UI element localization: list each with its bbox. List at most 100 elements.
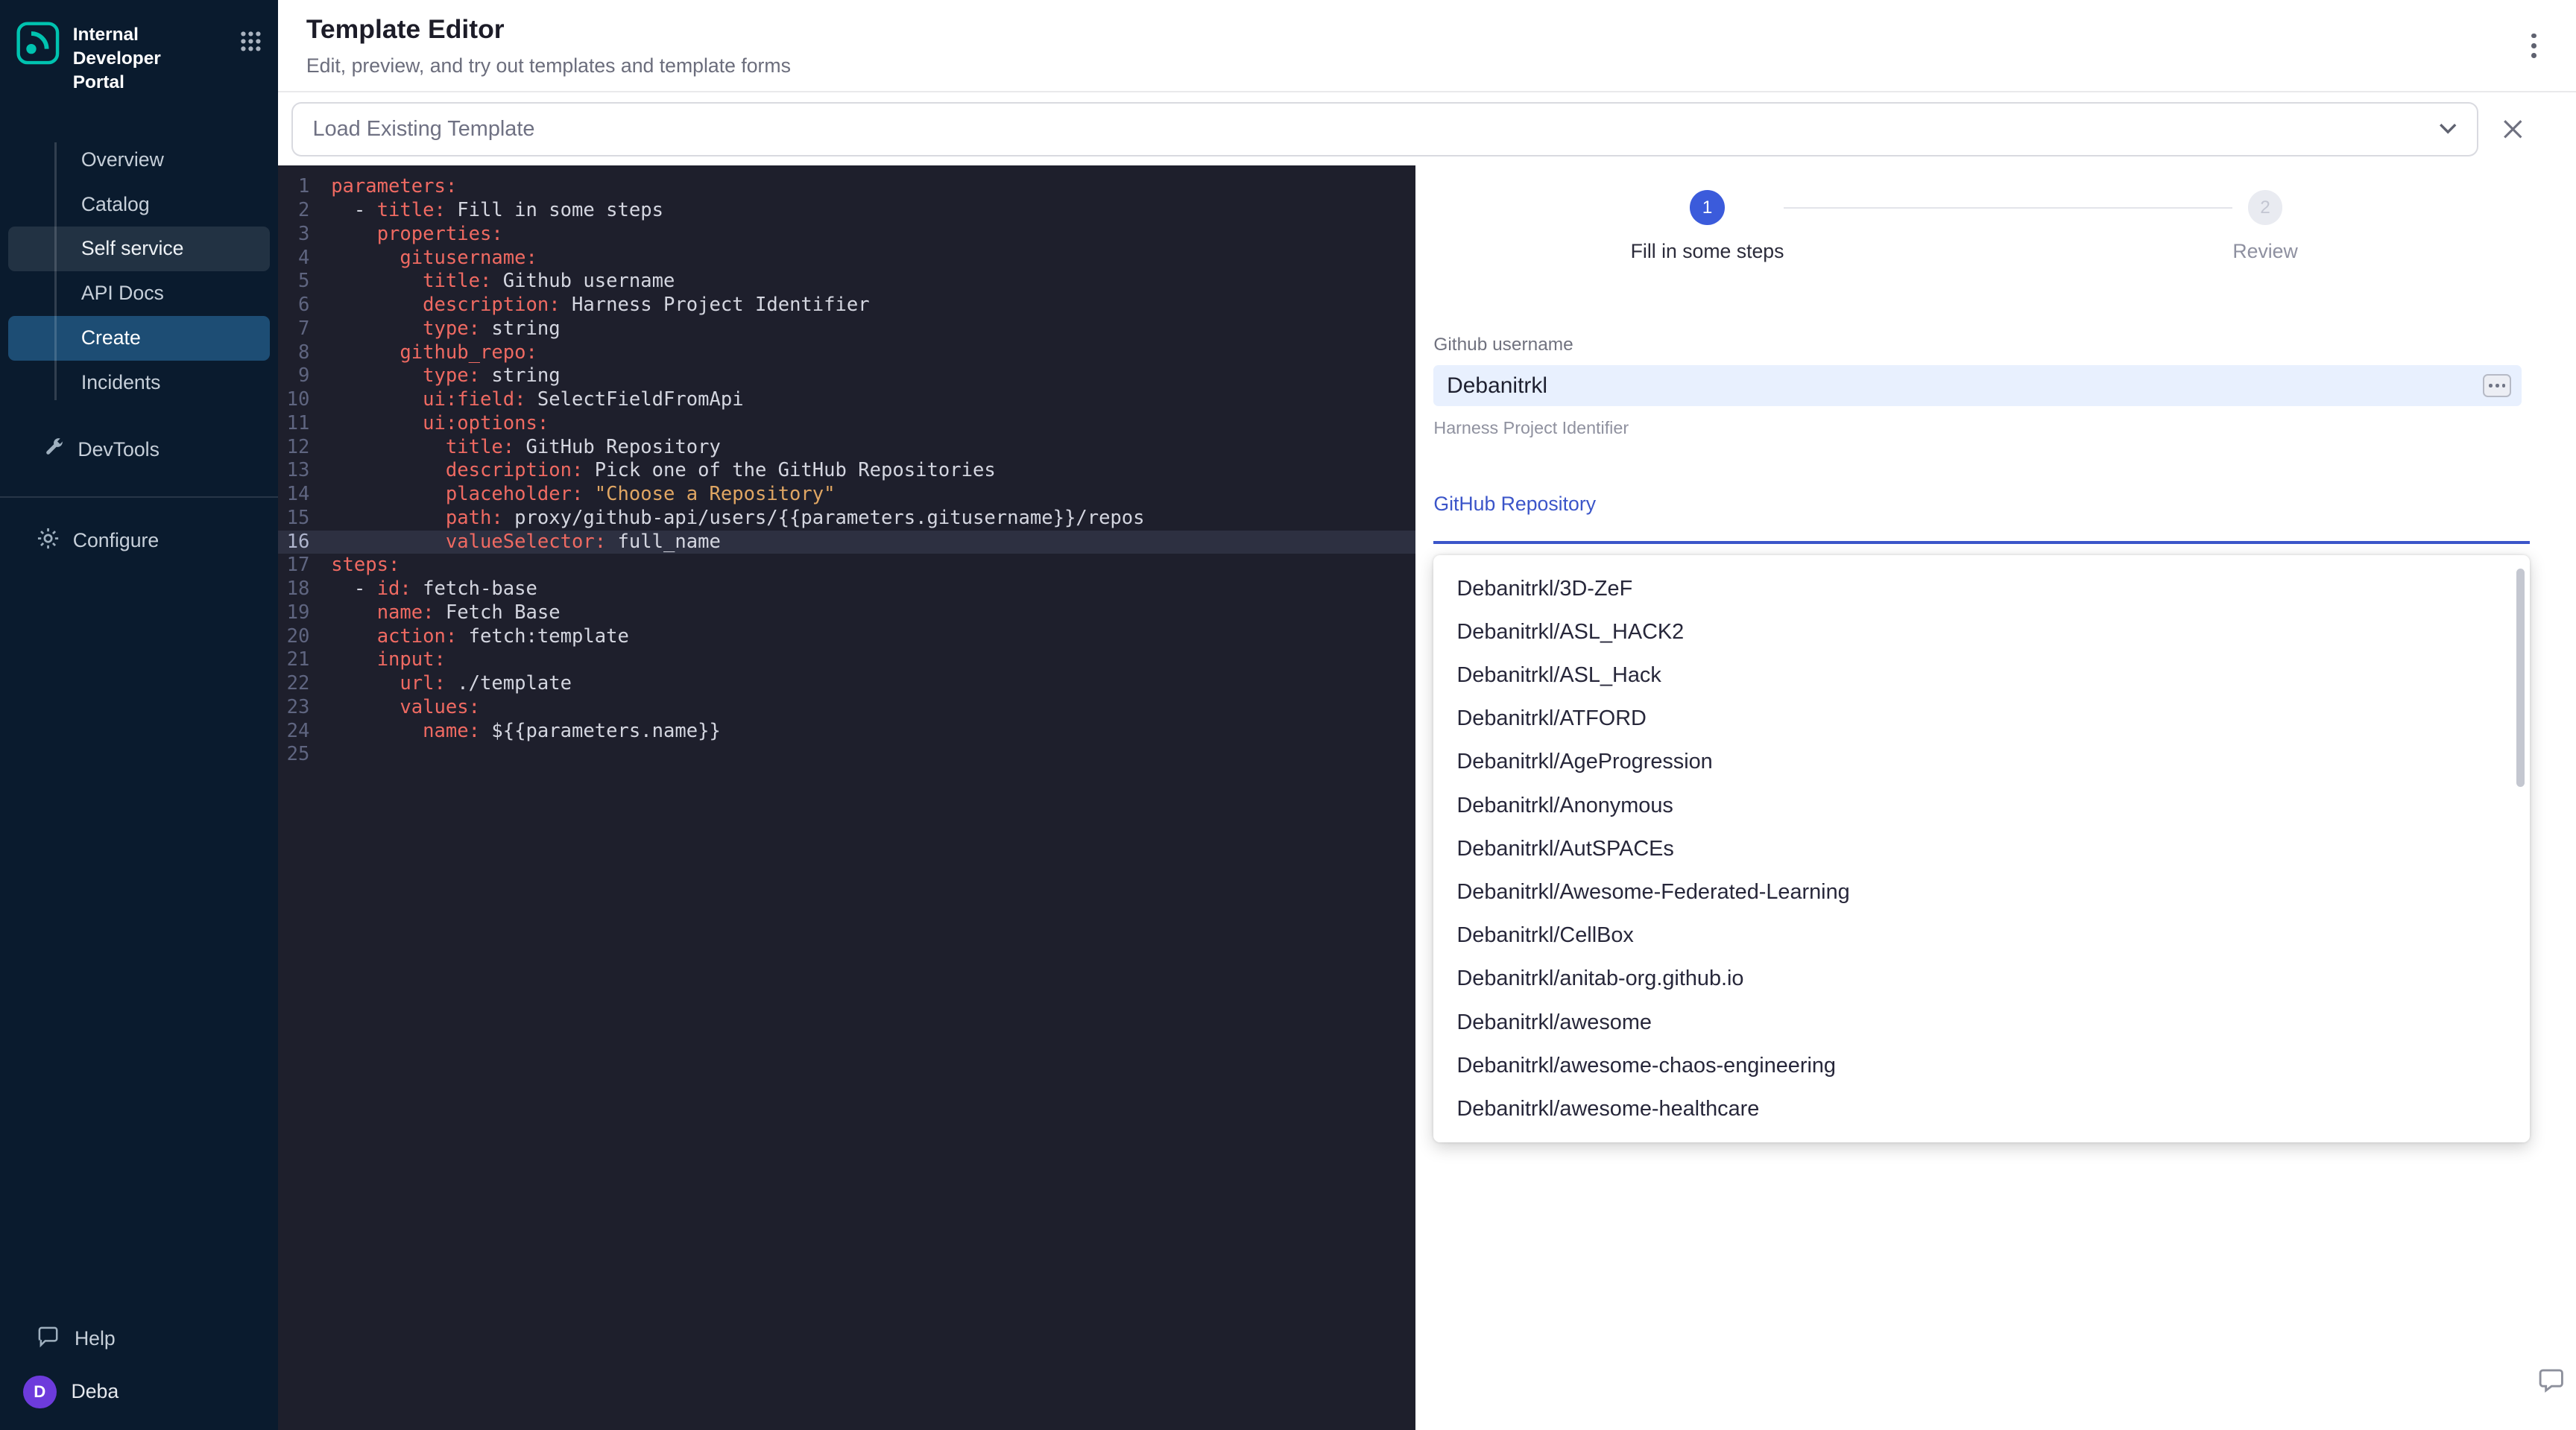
repo-option[interactable]: Debanitrkl/3D-ZeF	[1433, 567, 2529, 610]
repo-option[interactable]: Debanitrkl/awesome	[1433, 1001, 2529, 1044]
github-username-helper: Harness Project Identifier	[1433, 418, 2576, 438]
sidebar-item-label: DevTools	[78, 438, 160, 461]
code-text: steps:	[331, 554, 400, 578]
chevron-down-icon	[2439, 123, 2457, 135]
user-menu[interactable]: D Deba	[0, 1364, 278, 1420]
code-text: input:	[331, 648, 446, 672]
code-line[interactable]: 12 title: GitHub Repository	[278, 436, 1415, 460]
sidebar-item-create[interactable]: Create	[8, 316, 270, 361]
code-text: name: ${{parameters.name}}	[331, 720, 721, 744]
code-text: values:	[331, 696, 480, 720]
github-username-label: Github username	[1433, 335, 2576, 355]
repo-option[interactable]: Debanitrkl/awesome-chaos-engineering	[1433, 1044, 2529, 1087]
sidebar-item-api-docs[interactable]: API Docs	[8, 271, 270, 316]
code-line[interactable]: 7 type: string	[278, 317, 1415, 341]
sidebar-item-configure[interactable]: Configure	[0, 518, 278, 564]
repo-option[interactable]: Debanitrkl/Anonymous	[1433, 784, 2529, 827]
code-line[interactable]: 13 description: Pick one of the GitHub R…	[278, 459, 1415, 483]
code-line[interactable]: 5 title: Github username	[278, 270, 1415, 294]
repo-option-list: Debanitrkl/3D-ZeFDebanitrkl/ASL_HACK2Deb…	[1433, 567, 2529, 1130]
code-line[interactable]: 21 input:	[278, 648, 1415, 672]
step-review[interactable]: 2 Review	[2232, 190, 2297, 263]
code-text: description: Pick one of the GitHub Repo…	[331, 459, 996, 483]
code-line[interactable]: 9 type: string	[278, 364, 1415, 388]
code-line[interactable]: 20 action: fetch:template	[278, 625, 1415, 649]
code-text: valueSelector: full_name	[331, 531, 721, 554]
repo-option[interactable]: Debanitrkl/Awesome-Federated-Learning	[1433, 870, 2529, 914]
code-line[interactable]: 2 - title: Fill in some steps	[278, 199, 1415, 223]
code-line[interactable]: 18 - id: fetch-base	[278, 578, 1415, 601]
code-line[interactable]: 16 valueSelector: full_name	[278, 531, 1415, 554]
more-options-icon[interactable]	[2525, 27, 2542, 65]
repo-option[interactable]: Debanitrkl/AutSPACEs	[1433, 827, 2529, 870]
code-text: title: Github username	[331, 270, 675, 294]
code-line[interactable]: 22 url: ./template	[278, 672, 1415, 696]
code-line[interactable]: 4 gitusername:	[278, 247, 1415, 271]
repo-option[interactable]: Debanitrkl/anitab-org.github.io	[1433, 958, 2529, 1001]
line-number: 24	[278, 720, 331, 744]
code-line[interactable]: 23 values:	[278, 696, 1415, 720]
dropdown-scrollbar[interactable]	[2516, 569, 2525, 787]
repo-option[interactable]: Debanitrkl/CellBox	[1433, 914, 2529, 958]
code-text: placeholder: "Choose a Repository"	[331, 483, 835, 507]
sidebar-divider	[0, 496, 278, 498]
line-number: 16	[278, 531, 331, 554]
code-text: description: Harness Project Identifier	[331, 294, 869, 317]
template-form: Github username Harness Project Identifi…	[1415, 335, 2576, 1142]
sidebar-item-label: Create	[81, 326, 141, 349]
repo-option[interactable]: Debanitrkl/ASL_HACK2	[1433, 610, 2529, 654]
apps-grid-icon[interactable]	[240, 28, 262, 59]
code-line[interactable]: 19 name: Fetch Base	[278, 601, 1415, 625]
code-line[interactable]: 17steps:	[278, 554, 1415, 578]
help-label: Help	[75, 1327, 116, 1350]
code-line[interactable]: 14 placeholder: "Choose a Repository"	[278, 483, 1415, 507]
code-line[interactable]: 10 ui:field: SelectFieldFromApi	[278, 388, 1415, 412]
line-number: 11	[278, 412, 331, 436]
code-lines: 1parameters:2 - title: Fill in some step…	[278, 175, 1415, 767]
close-icon[interactable]	[2496, 113, 2529, 145]
line-number: 17	[278, 554, 331, 578]
code-line[interactable]: 3 properties:	[278, 223, 1415, 247]
repo-option[interactable]: Debanitrkl/AgeProgression	[1433, 741, 2529, 784]
sidebar-item-overview[interactable]: Overview	[8, 137, 270, 182]
line-number: 6	[278, 294, 331, 317]
code-line[interactable]: 8 github_repo:	[278, 341, 1415, 365]
github-username-input[interactable]	[1447, 373, 2483, 399]
yaml-editor[interactable]: 1parameters:2 - title: Fill in some step…	[278, 165, 1415, 1430]
sidebar-item-incidents[interactable]: Incidents	[8, 361, 270, 405]
code-line[interactable]: 25	[278, 743, 1415, 767]
code-text: github_repo:	[331, 341, 537, 365]
page-header: Template Editor Edit, preview, and try o…	[278, 0, 2576, 92]
code-line[interactable]: 11 ui:options:	[278, 412, 1415, 436]
line-number: 10	[278, 388, 331, 412]
help-button[interactable]: Help	[0, 1314, 278, 1364]
repo-option[interactable]: Debanitrkl/awesome-healthcare	[1433, 1087, 2529, 1130]
sidebar-item-self-service[interactable]: Self service	[8, 227, 270, 271]
code-line[interactable]: 6 description: Harness Project Identifie…	[278, 294, 1415, 317]
autofill-icon[interactable]	[2483, 374, 2511, 397]
page-subtitle: Edit, preview, and try out templates and…	[306, 54, 791, 77]
github-repository-label: GitHub Repository	[1433, 493, 2576, 516]
sidebar-footer: Help D Deba	[0, 1314, 278, 1430]
help-chat-icon	[37, 1325, 60, 1353]
main-area: Template Editor Edit, preview, and try o…	[278, 0, 2576, 1430]
line-number: 19	[278, 601, 331, 625]
load-template-select[interactable]: Load Existing Template	[291, 102, 2478, 156]
sidebar-item-label: API Docs	[81, 282, 164, 305]
line-number: 12	[278, 436, 331, 460]
code-line[interactable]: 15 path: proxy/github-api/users/{{parame…	[278, 507, 1415, 531]
line-number: 21	[278, 648, 331, 672]
code-line[interactable]: 24 name: ${{parameters.name}}	[278, 720, 1415, 744]
code-line[interactable]: 1parameters:	[278, 175, 1415, 199]
sidebar-item-catalog[interactable]: Catalog	[8, 182, 270, 227]
step-fill-in-some-steps[interactable]: 1 Fill in some steps	[1631, 190, 1784, 263]
repo-option[interactable]: Debanitrkl/ASL_Hack	[1433, 654, 2529, 697]
template-form-panel: 1 Fill in some steps 2 Review Github use…	[1415, 165, 2576, 1430]
sidebar: Internal Developer Portal OverviewCatalo…	[0, 0, 278, 1430]
load-template-placeholder: Load Existing Template	[313, 117, 535, 142]
sidebar-header: Internal Developer Portal	[0, 0, 278, 94]
repo-select-focus-underline[interactable]	[1433, 541, 2529, 544]
feedback-chat-icon[interactable]	[2538, 1367, 2565, 1400]
repo-option[interactable]: Debanitrkl/ATFORD	[1433, 697, 2529, 741]
sidebar-item-devtools[interactable]: DevTools	[0, 425, 278, 475]
